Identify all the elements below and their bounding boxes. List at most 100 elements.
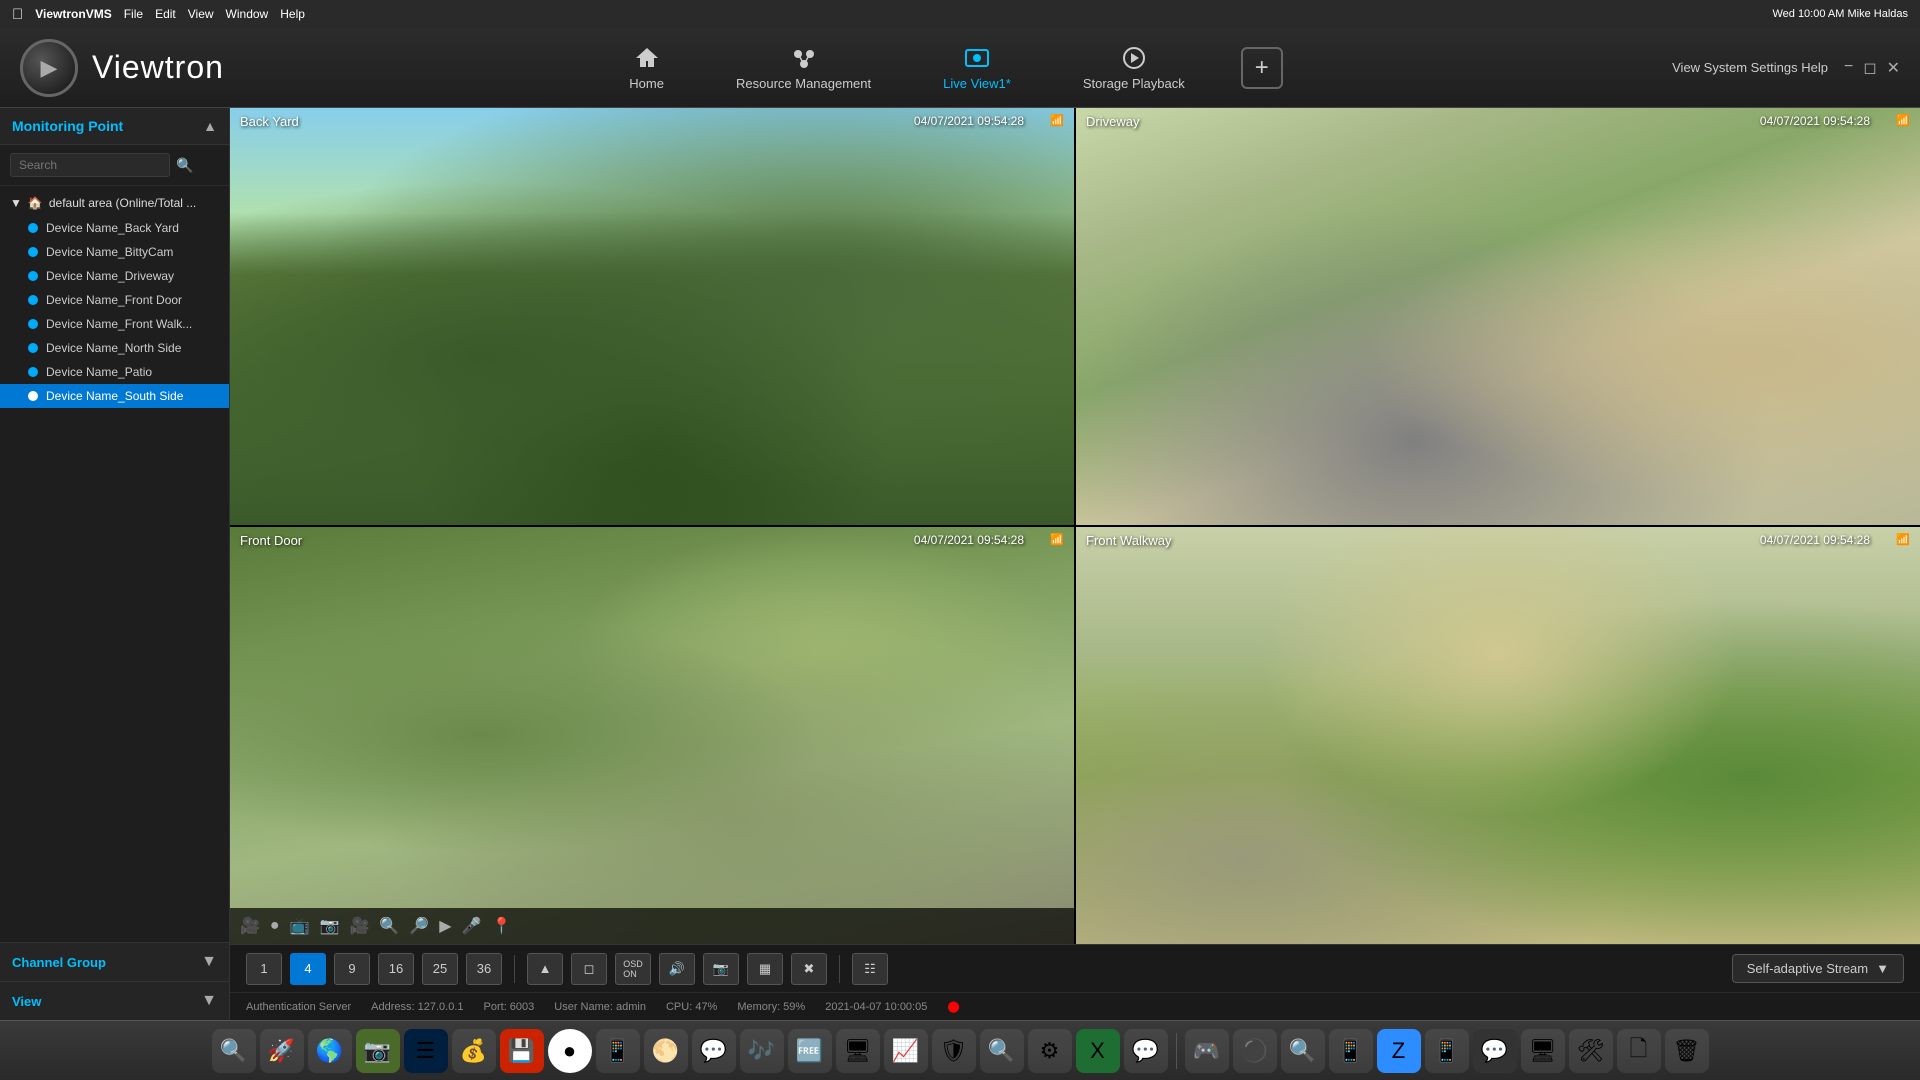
dock-unknown6[interactable]: 🔍 [980,1029,1024,1073]
device-item-2[interactable]: Device Name_Driveway [0,264,229,288]
device-item-1[interactable]: Device Name_BittyCam [0,240,229,264]
cam-label-frontwalk: Front Walkway [1086,533,1171,548]
search-icon[interactable]: 🔍 [176,157,193,174]
dock-unknown13[interactable]: 🗋 [1617,1029,1661,1073]
dock-unknown10[interactable]: 📱 [1329,1029,1373,1073]
window-btn[interactable]: ◻ [571,953,607,985]
prev-layout-btn[interactable]: ▲ [527,953,563,985]
mac-menubar-left:  ViewtronVMS File Edit View Window Help [12,6,305,23]
device-item-4[interactable]: Device Name_Front Walk... [0,312,229,336]
layout-btn[interactable]: ☷ [852,953,888,985]
dock-zoom[interactable]: Z [1377,1029,1421,1073]
snap-btn[interactable]: 📷 [703,953,739,985]
view-9-btn[interactable]: 9 [334,953,370,985]
tb-icon-2[interactable]: ● [270,917,280,935]
view-25-btn[interactable]: 25 [422,953,458,985]
dock-unknown4[interactable]: 📈 [884,1029,928,1073]
channel-group-header[interactable]: Channel Group ▼ [0,943,229,981]
tb-icon-6[interactable]: 🔍 [379,916,399,936]
dock-excel[interactable]: X [1076,1029,1120,1073]
minimize-button[interactable]: − [1844,58,1853,78]
dock-unknown1[interactable]: 📱 [596,1029,640,1073]
view-header[interactable]: View ▼ [0,982,229,1020]
maximize-button[interactable]: ◻ [1863,58,1876,78]
dock-unknown9[interactable]: 🔍 [1281,1029,1325,1073]
dock-steam[interactable]: 🎮 [1185,1029,1229,1073]
apple-menu[interactable]:  [12,6,23,23]
dock-unknown8[interactable]: ⚫ [1233,1029,1277,1073]
window-menu[interactable]: Window [226,7,269,21]
dock-unknown3[interactable]: 🖥 [836,1029,880,1073]
device-name-3: Device Name_Front Door [46,293,182,307]
dock-unknown7[interactable]: ⚙ [1028,1029,1072,1073]
dock-iphone[interactable]: 📱 [1425,1029,1469,1073]
osd-btn[interactable]: OSDON [615,953,651,985]
camera-cell-driveway[interactable]: Driveway 04/07/2021 09:54:28 📶 [1076,108,1920,525]
monitoring-point-collapse[interactable]: ▲ [203,118,217,134]
tb-icon-9[interactable]: 🎤 [462,916,482,936]
dock-chrome[interactable]: ● [548,1029,592,1073]
tb-icon-3[interactable]: 📺 [290,916,310,936]
tree-area: ▼ 🏠 default area (Online/Total ... Devic… [0,186,229,942]
tb-icon-4[interactable]: 📷 [320,916,340,936]
dock-ps[interactable]: ☰ [404,1029,448,1073]
tb-icon-10[interactable]: 📍 [491,916,511,936]
nav-resource[interactable]: Resource Management [720,36,887,99]
dock-unknown12[interactable]: 🛠 [1569,1029,1613,1073]
dock-slingplayer[interactable]: 📷 [356,1029,400,1073]
dock-unknown5[interactable]: 🛡 [932,1029,976,1073]
close-all-btn[interactable]: ✖ [791,953,827,985]
nav-home[interactable]: Home [613,36,680,99]
cam-status-dot-5 [28,343,38,353]
nav-liveview[interactable]: Live View1* [927,36,1027,99]
dock-trash[interactable]: 🗑 [1665,1029,1709,1073]
device-item-3[interactable]: Device Name_Front Door [0,288,229,312]
nav-playback[interactable]: Storage Playback [1067,36,1201,99]
camera-cell-backyard[interactable]: Back Yard 04/07/2021 09:54:28 📶 [230,108,1074,525]
controls-sep-1 [514,955,515,983]
nav-add-button[interactable]: + [1241,47,1283,89]
view-1-btn[interactable]: 1 [246,953,282,985]
dock-finder[interactable]: 🔍 [212,1029,256,1073]
dock-itunes[interactable]: 🎶 [740,1029,784,1073]
view-36-btn[interactable]: 36 [466,953,502,985]
dock-safari[interactable]: 🌎 [308,1029,352,1073]
device-item-7[interactable]: Device Name_South Side [0,384,229,408]
camera-cell-frontdoor[interactable]: Front Door 04/07/2021 09:54:28 📶 🎥 ● 📺 📷… [230,527,1074,944]
dock: 🔍 🚀 🌎 📷 ☰ 💰 💾 ● 📱 🌕 💬 🎶 🆓 🖥 📈 🛡 🔍 ⚙ X 💬 … [0,1020,1920,1080]
stream-select[interactable]: Self-adaptive Stream ▼ [1732,954,1904,983]
view-16-btn[interactable]: 16 [378,953,414,985]
tb-icon-5[interactable]: 🎥 [349,916,369,936]
dock-finances[interactable]: 💰 [452,1029,496,1073]
dock-launchpad[interactable]: 🚀 [260,1029,304,1073]
close-button[interactable]: ✕ [1887,58,1900,78]
audio-btn[interactable]: 🔊 [659,953,695,985]
tb-icon-8[interactable]: ▶ [439,916,451,936]
dock-slack[interactable]: 💬 [1124,1029,1168,1073]
dock-unknown2[interactable]: 🆓 [788,1029,832,1073]
device-item-5[interactable]: Device Name_North Side [0,336,229,360]
search-input[interactable] [10,153,170,177]
cam-status-dot-7 [28,391,38,401]
view-menu[interactable]: View [188,7,214,21]
dock-photos[interactable]: 🌕 [644,1029,688,1073]
help-text[interactable]: View System Settings Help [1672,60,1828,75]
tree-root-item[interactable]: ▼ 🏠 default area (Online/Total ... [0,190,229,216]
cam-status-dot-4 [28,319,38,329]
nav-home-label: Home [629,76,664,91]
view-4-btn[interactable]: 4 [290,953,326,985]
edit-menu[interactable]: Edit [155,7,176,21]
dock-messages[interactable]: 💬 [692,1029,736,1073]
dock-imessage[interactable]: 💬 [1473,1029,1517,1073]
device-item-0[interactable]: Device Name_Back Yard [0,216,229,240]
select-btn[interactable]: ▦ [747,953,783,985]
help-menu[interactable]: Help [280,7,305,21]
dock-filezilla[interactable]: 💾 [500,1029,544,1073]
device-item-6[interactable]: Device Name_Patio [0,360,229,384]
tb-icon-7[interactable]: 🔎 [409,916,429,936]
dock-unknown11[interactable]: 🖥 [1521,1029,1565,1073]
file-menu[interactable]: File [124,7,143,21]
camera-cell-frontwalk[interactable]: Front Walkway 04/07/2021 09:54:28 📶 [1076,527,1920,944]
app-menu-name[interactable]: ViewtronVMS [35,7,111,21]
tb-icon-1[interactable]: 🎥 [240,916,260,936]
